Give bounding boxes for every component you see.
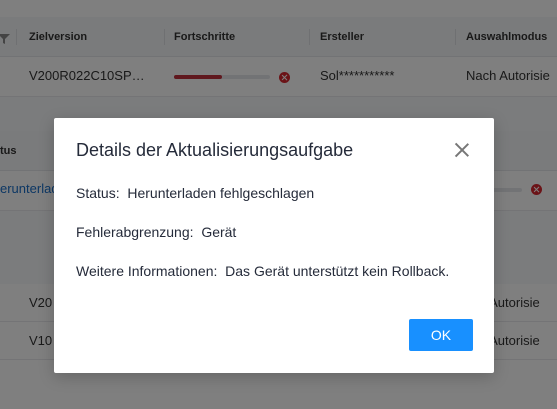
fault-value: Gerät xyxy=(201,224,237,240)
label-colon: : xyxy=(213,263,226,279)
more-info-value: Das Gerät unterstützt kein Rollback. xyxy=(225,263,450,279)
fault-label: Fehlerabgrenzung xyxy=(76,224,190,240)
status-label: Status xyxy=(76,185,116,201)
ok-button[interactable]: OK xyxy=(409,319,473,351)
label-colon: : xyxy=(115,185,128,201)
label-colon: : xyxy=(189,224,202,240)
fault-line: Fehlerabgrenzung: Gerät xyxy=(76,224,236,240)
status-value: Herunterladen fehlgeschlagen xyxy=(127,185,315,201)
dialog-title: Details der Aktualisierungsaufgabe xyxy=(76,140,354,160)
more-info-label: Weitere Informationen xyxy=(76,263,214,279)
task-details-dialog: Details der Aktualisierungsaufgabe Statu… xyxy=(54,118,494,373)
more-info-line: Weitere Informationen: Das Gerät unterst… xyxy=(76,263,449,279)
status-line: Status: Herunterladen fehlgeschlagen xyxy=(76,185,314,201)
close-icon[interactable] xyxy=(452,140,472,160)
